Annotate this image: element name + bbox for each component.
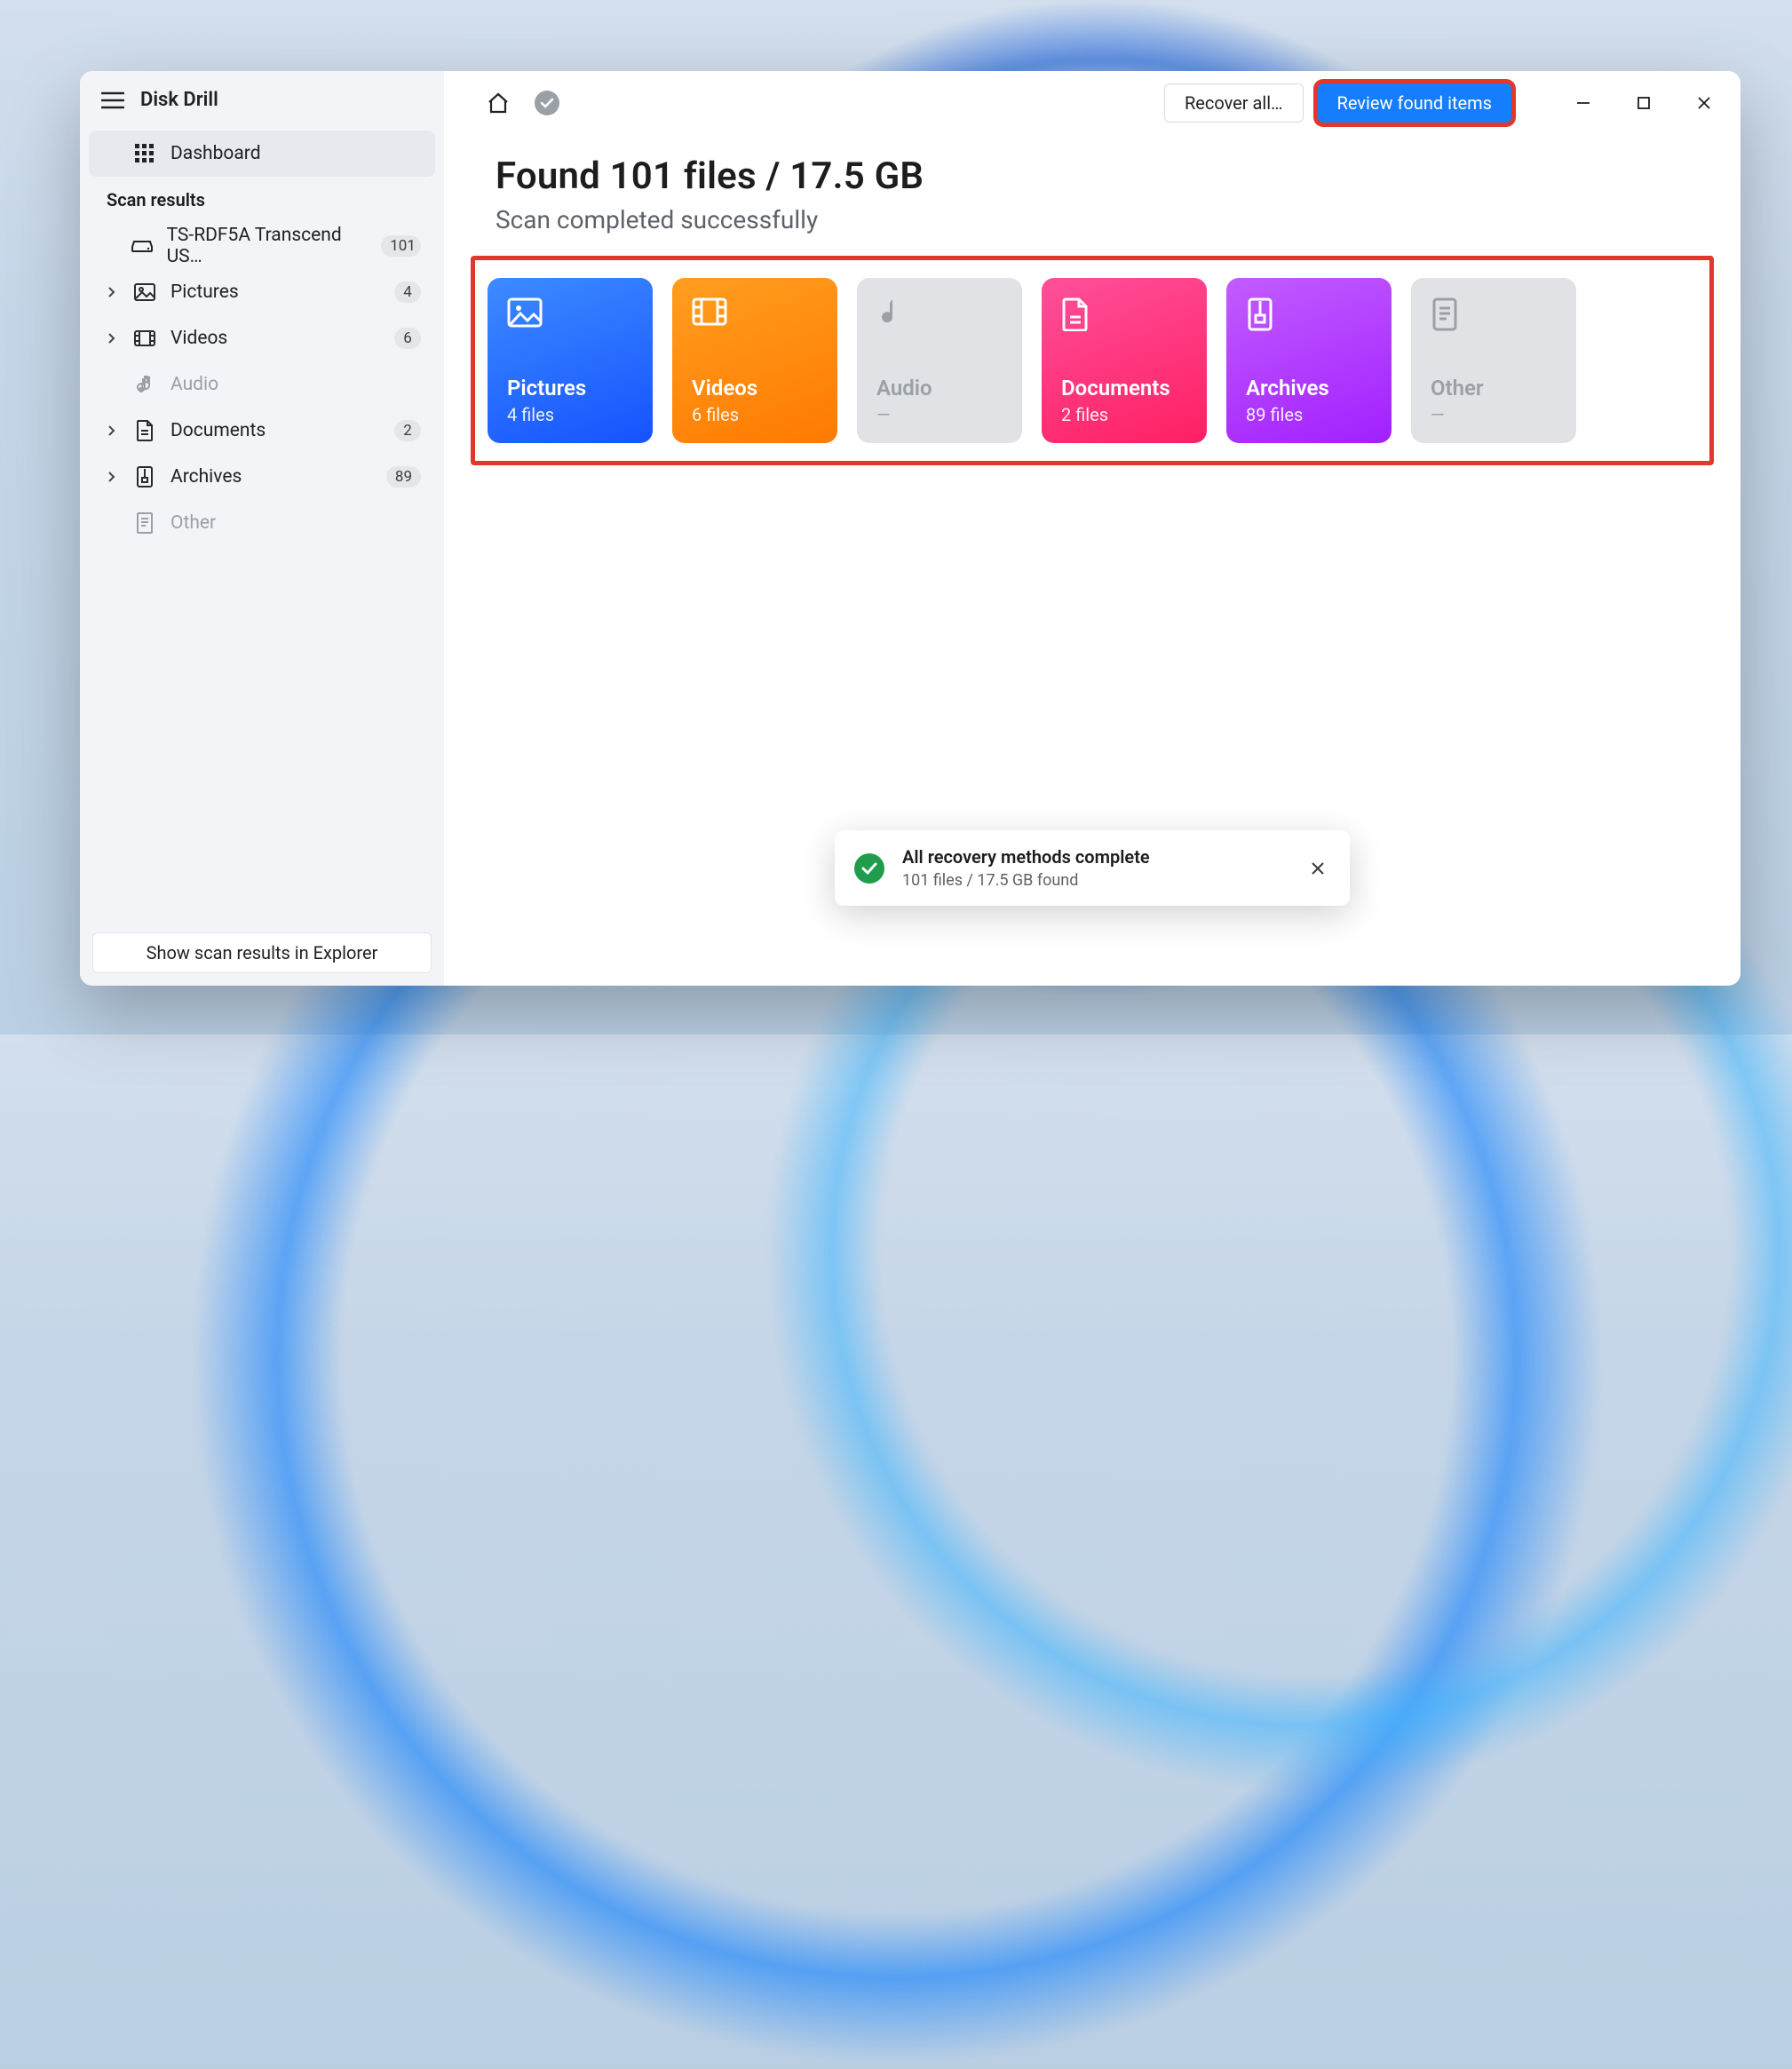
card-subtitle: 6 files bbox=[692, 404, 818, 425]
sidebar-item-audio: Audio bbox=[89, 361, 435, 408]
sidebar-item-label: Documents bbox=[170, 420, 266, 441]
card-title: Videos bbox=[692, 376, 818, 400]
card-title: Pictures bbox=[507, 376, 633, 400]
chevron-right-icon bbox=[103, 332, 119, 345]
sidebar-item-label: TS-RDF5A Transcend US… bbox=[167, 225, 353, 267]
card-archives[interactable]: Archives 89 files bbox=[1226, 278, 1392, 443]
pictures-icon bbox=[133, 283, 156, 301]
app-title: Disk Drill bbox=[140, 89, 218, 111]
documents-icon bbox=[1061, 297, 1097, 333]
sidebar-section-scan-results: Scan results bbox=[89, 177, 435, 223]
review-found-items-button[interactable]: Review found items bbox=[1318, 83, 1512, 123]
main-panel: Recover all… Review found items Found 10… bbox=[444, 71, 1740, 986]
sidebar-item-device[interactable]: TS-RDF5A Transcend US… 101 bbox=[89, 223, 435, 269]
home-icon[interactable] bbox=[485, 90, 511, 116]
window-minimize-button[interactable] bbox=[1568, 88, 1598, 118]
sidebar-item-label: Other bbox=[170, 512, 216, 534]
documents-icon bbox=[133, 420, 156, 441]
page-title: Found 101 files / 17.5 GB bbox=[496, 155, 1689, 198]
card-subtitle: 2 files bbox=[1061, 404, 1187, 425]
card-videos[interactable]: Videos 6 files bbox=[672, 278, 837, 443]
other-icon bbox=[133, 512, 156, 534]
success-check-icon bbox=[854, 853, 884, 884]
show-in-explorer-button[interactable]: Show scan results in Explorer bbox=[92, 932, 432, 973]
count-badge: 4 bbox=[394, 281, 421, 303]
card-audio: Audio — bbox=[857, 278, 1022, 443]
sidebar-item-label: Videos bbox=[170, 328, 227, 349]
sidebar-item-label: Audio bbox=[170, 374, 218, 395]
card-other: Other — bbox=[1411, 278, 1576, 443]
card-subtitle: — bbox=[1431, 404, 1557, 425]
app-window: Disk Drill Dashboard Scan results TS-RDF… bbox=[80, 71, 1740, 986]
count-badge: 2 bbox=[394, 420, 421, 441]
chevron-right-icon bbox=[103, 424, 119, 437]
card-documents[interactable]: Documents 2 files bbox=[1042, 278, 1207, 443]
window-maximize-button[interactable] bbox=[1629, 88, 1659, 118]
chevron-right-icon bbox=[103, 286, 119, 298]
card-title: Archives bbox=[1246, 376, 1372, 400]
menu-icon[interactable] bbox=[101, 91, 124, 109]
card-subtitle: — bbox=[876, 404, 1003, 425]
pictures-icon bbox=[507, 297, 543, 333]
drive-icon bbox=[131, 239, 153, 253]
recover-all-button[interactable]: Recover all… bbox=[1164, 83, 1304, 123]
toast-recovery-complete: All recovery methods complete 101 files … bbox=[835, 830, 1350, 906]
sidebar-item-dashboard[interactable]: Dashboard bbox=[89, 131, 435, 177]
sidebar-item-label: Pictures bbox=[170, 281, 239, 303]
status-check-icon bbox=[535, 91, 559, 115]
card-subtitle: 4 files bbox=[507, 404, 633, 425]
card-title: Documents bbox=[1061, 376, 1187, 400]
archives-icon bbox=[133, 466, 156, 488]
card-title: Other bbox=[1431, 376, 1557, 400]
videos-icon bbox=[133, 330, 156, 346]
sidebar-item-pictures[interactable]: Pictures 4 bbox=[89, 269, 435, 315]
page-subtitle: Scan completed successfully bbox=[496, 205, 1689, 234]
topbar: Recover all… Review found items bbox=[444, 71, 1740, 135]
chevron-right-icon bbox=[103, 471, 119, 483]
window-close-button[interactable] bbox=[1689, 88, 1719, 118]
card-pictures[interactable]: Pictures 4 files bbox=[488, 278, 653, 443]
count-badge: 89 bbox=[386, 466, 421, 488]
count-badge: 6 bbox=[394, 328, 421, 349]
archives-icon bbox=[1246, 297, 1281, 333]
videos-icon bbox=[692, 297, 727, 333]
sidebar-item-label: Archives bbox=[170, 466, 242, 488]
grid-icon bbox=[133, 144, 156, 163]
card-subtitle: 89 files bbox=[1246, 404, 1372, 425]
count-badge: 101 bbox=[381, 235, 421, 257]
sidebar-item-documents[interactable]: Documents 2 bbox=[89, 408, 435, 454]
sidebar-item-videos[interactable]: Videos 6 bbox=[89, 315, 435, 361]
sidebar: Disk Drill Dashboard Scan results TS-RDF… bbox=[80, 71, 444, 986]
audio-icon bbox=[133, 375, 156, 394]
sidebar-item-other: Other bbox=[89, 500, 435, 546]
toast-close-button[interactable] bbox=[1305, 856, 1330, 881]
other-icon bbox=[1431, 297, 1466, 333]
toast-subtitle: 101 files / 17.5 GB found bbox=[902, 871, 1150, 890]
sidebar-item-archives[interactable]: Archives 89 bbox=[89, 454, 435, 500]
toast-title: All recovery methods complete bbox=[902, 846, 1150, 868]
sidebar-item-label: Dashboard bbox=[170, 143, 261, 164]
card-title: Audio bbox=[876, 376, 1003, 400]
category-cards-highlight: Pictures 4 files Videos 6 files Audio — Docume… bbox=[471, 256, 1714, 465]
audio-icon bbox=[876, 297, 912, 333]
